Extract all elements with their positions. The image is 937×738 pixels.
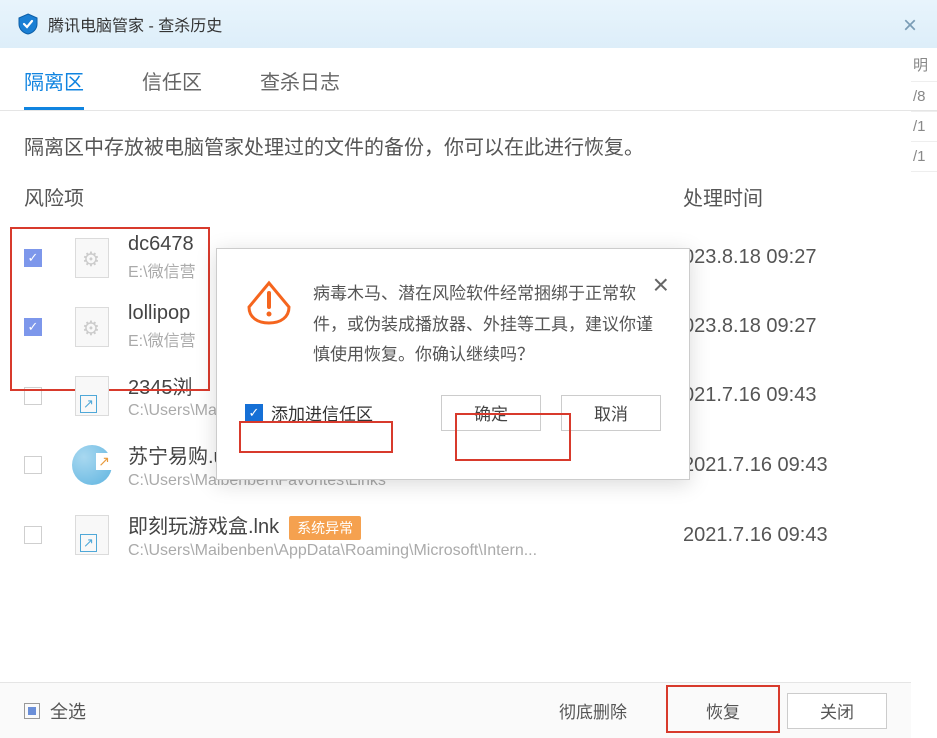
file-icon xyxy=(72,515,112,555)
globe-icon xyxy=(72,445,112,485)
file-icon xyxy=(72,376,112,416)
column-risk: 风险项 xyxy=(24,182,683,211)
table-header: 风险项 处理时间 xyxy=(0,170,937,223)
titlebar: 腾讯电脑管家 - 查杀历史 × xyxy=(0,0,937,48)
dialog-message: 病毒木马、潜在风险软件经常捆绑于正常软件，或伪装成播放器、外挂等工具，建议你谨慎… xyxy=(313,279,661,371)
row-time: 023.8.18 09:27 xyxy=(683,246,913,269)
row-checkbox[interactable]: ✓ xyxy=(24,249,42,267)
confirm-button[interactable]: 确定 xyxy=(441,395,541,431)
file-icon xyxy=(72,238,112,278)
window-close-icon[interactable]: × xyxy=(903,12,917,40)
file-icon xyxy=(72,307,112,347)
tabs: 隔离区 信任区 查杀日志 xyxy=(0,48,937,111)
add-to-trust-checkbox[interactable]: ✓添加进信任区 xyxy=(245,400,373,425)
tab-trust[interactable]: 信任区 xyxy=(142,66,202,110)
row-time: 2021.7.16 09:43 xyxy=(683,454,913,477)
row-name: 即刻玩游戏盒.lnk系统异常 xyxy=(128,510,683,540)
row-path: C:\Users\Maibenben\AppData\Roaming\Micro… xyxy=(128,542,683,560)
warning-icon xyxy=(245,279,293,327)
tab-scan-log[interactable]: 查杀日志 xyxy=(260,66,340,110)
select-all-checkbox[interactable]: 全选 xyxy=(24,698,86,724)
row-time: 023.8.18 09:27 xyxy=(683,315,913,338)
row-checkbox[interactable]: ✓ xyxy=(24,318,42,336)
status-badge: 系统异常 xyxy=(289,516,361,540)
dialog-close-icon[interactable]: × xyxy=(653,269,669,301)
restore-button[interactable]: 恢复 xyxy=(673,693,773,729)
table-row[interactable]: 即刻玩游戏盒.lnk系统异常 C:\Users\Maibenben\AppDat… xyxy=(0,500,937,570)
right-edge-fragments: 明 /8 /1 /1 xyxy=(911,48,937,172)
confirmation-dialog: × 病毒木马、潜在风险软件经常捆绑于正常软件，或伪装成播放器、外挂等工具，建议你… xyxy=(216,248,690,480)
page-description: 隔离区中存放被电脑管家处理过的文件的备份，你可以在此进行恢复。 xyxy=(0,111,937,170)
column-time: 处理时间 xyxy=(683,182,913,211)
tab-quarantine[interactable]: 隔离区 xyxy=(24,66,84,110)
row-time: 2021.7.16 09:43 xyxy=(683,524,913,547)
close-button[interactable]: 关闭 xyxy=(787,693,887,729)
row-time: 021.7.16 09:43 xyxy=(683,384,913,407)
delete-forever-button[interactable]: 彻底删除 xyxy=(543,693,643,729)
row-checkbox[interactable] xyxy=(24,387,42,405)
footer-bar: 全选 彻底删除 恢复 关闭 xyxy=(0,682,911,738)
row-checkbox[interactable] xyxy=(24,526,42,544)
cancel-button[interactable]: 取消 xyxy=(561,395,661,431)
highlight-box-trust xyxy=(239,421,393,453)
titlebar-title: 腾讯电脑管家 - 查杀历史 xyxy=(48,12,222,36)
app-shield-icon xyxy=(16,12,40,36)
row-checkbox[interactable] xyxy=(24,456,42,474)
